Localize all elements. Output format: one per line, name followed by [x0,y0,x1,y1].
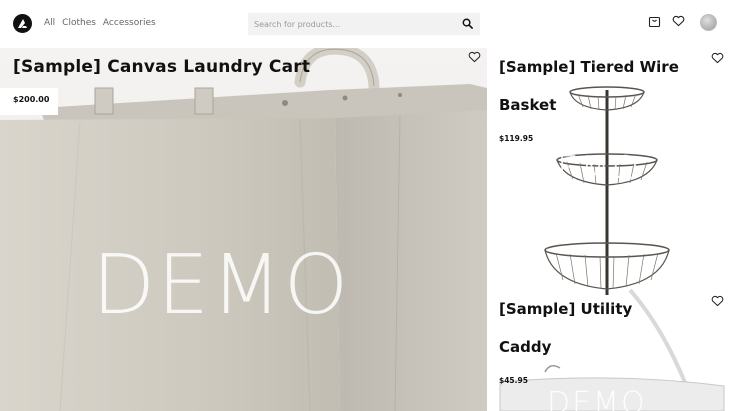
nav-link-clothes[interactable]: Clothes [62,18,96,28]
heart-icon[interactable] [672,15,685,27]
nav-link-accessories[interactable]: Accessories [103,18,156,28]
search-bar [248,13,480,35]
demo-watermark: DEMO [547,386,647,411]
main-nav: All Clothes Accessories [44,18,156,28]
product-price-utility-caddy: $45.95 [499,376,528,385]
wishlist-heart-icon[interactable] [711,295,724,307]
avatar[interactable] [700,14,717,31]
logo-icon[interactable] [13,14,32,33]
search-icon[interactable] [462,18,473,29]
product-title-tiered-basket-line1[interactable]: [Sample] Tiered Wire [499,48,679,86]
product-title-utility-caddy-line2[interactable]: Caddy [499,328,551,366]
shopping-bag-icon[interactable] [648,14,661,28]
laundry-cart-illustration [0,48,487,411]
wishlist-heart-icon[interactable] [711,52,724,64]
site-header: All Clothes Accessories [0,0,730,48]
product-price-tiered-basket: $119.95 [499,134,534,143]
demo-watermark: DEMO [92,238,351,333]
nav-link-all[interactable]: All [44,18,55,28]
product-title-utility-caddy-line1[interactable]: [Sample] Utility [499,290,632,328]
product-title-tiered-basket-line2[interactable]: Basket [499,86,556,124]
product-title-laundry-cart[interactable]: [Sample] Canvas Laundry Cart [13,57,310,77]
wishlist-heart-icon[interactable] [468,51,481,63]
search-input[interactable] [254,13,454,35]
product-image-laundry-cart[interactable]: DEMO [0,48,487,411]
demo-watermark: DEMO [529,149,641,189]
product-price-laundry-cart: $200.00 [13,95,50,104]
